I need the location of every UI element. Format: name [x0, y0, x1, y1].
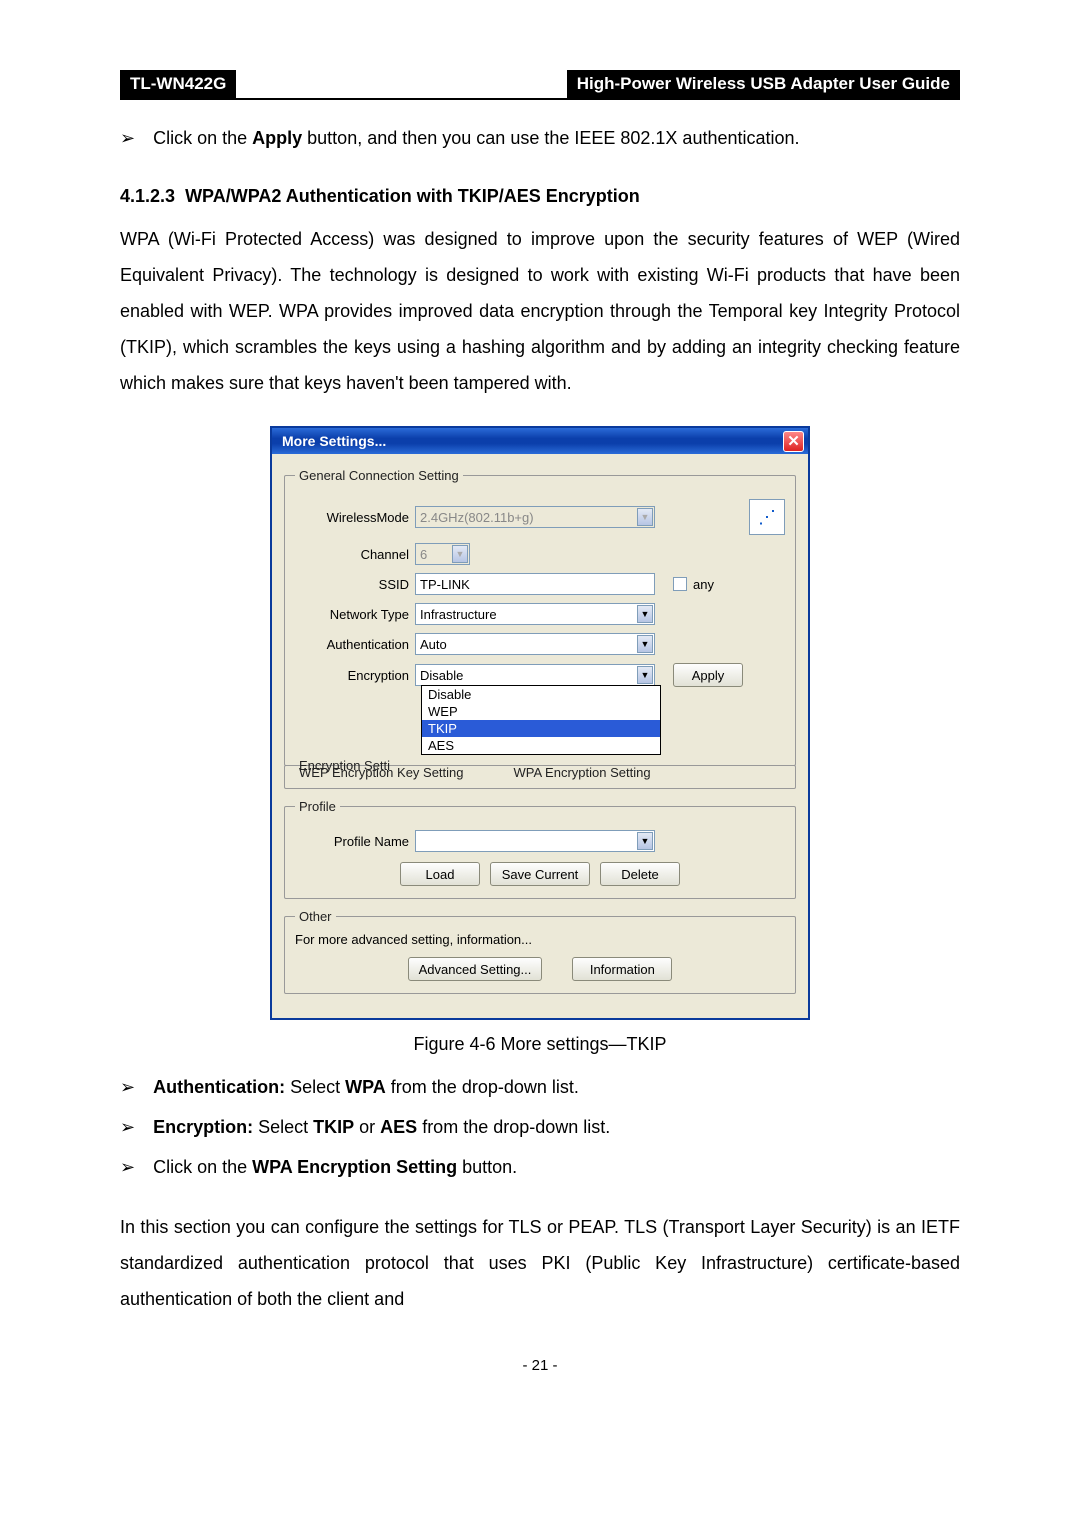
profile-name-label: Profile Name: [295, 834, 415, 849]
wpa-setting-button[interactable]: WPA Encryption Setting: [514, 765, 651, 780]
section-heading: 4.1.2.3 WPA/WPA2 Authentication with TKI…: [120, 186, 960, 207]
encryption-option-wep[interactable]: WEP: [422, 703, 660, 720]
bullet-arrow-icon: ➢: [120, 1149, 135, 1185]
bullet-text: Click on the Apply button, and then you …: [153, 120, 960, 156]
dialog-title-bar: More Settings... ✕: [272, 428, 808, 454]
profile-legend: Profile: [295, 799, 340, 814]
chevron-down-icon[interactable]: ▼: [637, 666, 653, 684]
bullet-arrow-icon: ➢: [120, 1069, 135, 1105]
close-icon[interactable]: ✕: [783, 431, 804, 452]
bullet-apply: ➢ Click on the Apply button, and then yo…: [120, 120, 960, 156]
general-connection-group: General Connection Setting WirelessMode …: [284, 468, 796, 766]
figure-caption: Figure 4-6 More settings—TKIP: [120, 1034, 960, 1055]
encryption-option-aes[interactable]: AES: [422, 737, 660, 754]
advanced-setting-button[interactable]: Advanced Setting...: [408, 957, 543, 981]
chevron-down-icon[interactable]: ▼: [637, 635, 653, 653]
model-number: TL-WN422G: [120, 70, 236, 98]
network-type-select[interactable]: Infrastructure ▼: [415, 603, 655, 625]
information-button[interactable]: Information: [572, 957, 672, 981]
authentication-label: Authentication: [295, 637, 415, 652]
bullet-encryption: ➢ Encryption: Select TKIP or AES from th…: [120, 1109, 960, 1145]
bullet-wpa-setting: ➢ Click on the WPA Encryption Setting bu…: [120, 1149, 960, 1185]
bullet-arrow-icon: ➢: [120, 1109, 135, 1145]
wep-key-setting-button[interactable]: WEP Encryption Key Setting: [299, 765, 464, 780]
general-legend: General Connection Setting: [295, 468, 463, 483]
any-label: any: [693, 577, 714, 592]
encryption-select[interactable]: Disable ▼: [415, 664, 655, 686]
wireless-icon: ⋰: [749, 499, 785, 535]
other-group: Other For more advanced setting, informa…: [284, 909, 796, 994]
more-settings-dialog: More Settings... ✕ General Connection Se…: [270, 426, 810, 1020]
figure-dialog: More Settings... ✕ General Connection Se…: [270, 426, 810, 1020]
page-number: - 21 -: [120, 1357, 960, 1374]
bullet-authentication: ➢ Authentication: Select WPA from the dr…: [120, 1069, 960, 1105]
bullet-arrow-icon: ➢: [120, 120, 135, 156]
any-checkbox[interactable]: [673, 577, 687, 591]
other-text: For more advanced setting, information..…: [295, 932, 785, 947]
apply-button[interactable]: Apply: [673, 663, 743, 687]
encryption-label: Encryption: [295, 668, 415, 683]
channel-label: Channel: [295, 547, 415, 562]
network-type-label: Network Type: [295, 607, 415, 622]
encryption-setting-group: Encryption Setti WEP Encryption Key Sett…: [284, 758, 796, 789]
chevron-down-icon[interactable]: ▼: [637, 832, 653, 850]
encryption-option-tkip[interactable]: TKIP: [422, 720, 660, 737]
chevron-down-icon[interactable]: ▼: [637, 605, 653, 623]
guide-title: High-Power Wireless USB Adapter User Gui…: [567, 70, 960, 98]
ssid-input[interactable]: TP-LINK: [415, 573, 655, 595]
encryption-option-disable[interactable]: Disable: [422, 686, 660, 703]
encryption-dropdown-list[interactable]: Disable WEP TKIP AES: [421, 685, 661, 755]
chevron-down-icon: ▼: [452, 545, 468, 563]
wireless-mode-label: WirelessMode: [295, 510, 415, 525]
channel-select: 6 ▼: [415, 543, 470, 565]
delete-button[interactable]: Delete: [600, 862, 680, 886]
paragraph-1: WPA (Wi-Fi Protected Access) was designe…: [120, 221, 960, 401]
dialog-title: More Settings...: [282, 433, 386, 449]
load-button[interactable]: Load: [400, 862, 480, 886]
save-current-button[interactable]: Save Current: [490, 862, 590, 886]
profile-name-select[interactable]: ▼: [415, 830, 655, 852]
ssid-label: SSID: [295, 577, 415, 592]
authentication-select[interactable]: Auto ▼: [415, 633, 655, 655]
wireless-mode-select: 2.4GHz(802.11b+g) ▼: [415, 506, 655, 528]
doc-header: TL-WN422G High-Power Wireless USB Adapte…: [120, 70, 960, 100]
chevron-down-icon: ▼: [637, 508, 653, 526]
profile-group: Profile Profile Name ▼ Load Save Current…: [284, 799, 796, 899]
paragraph-2: In this section you can configure the se…: [120, 1209, 960, 1317]
other-legend: Other: [295, 909, 336, 924]
